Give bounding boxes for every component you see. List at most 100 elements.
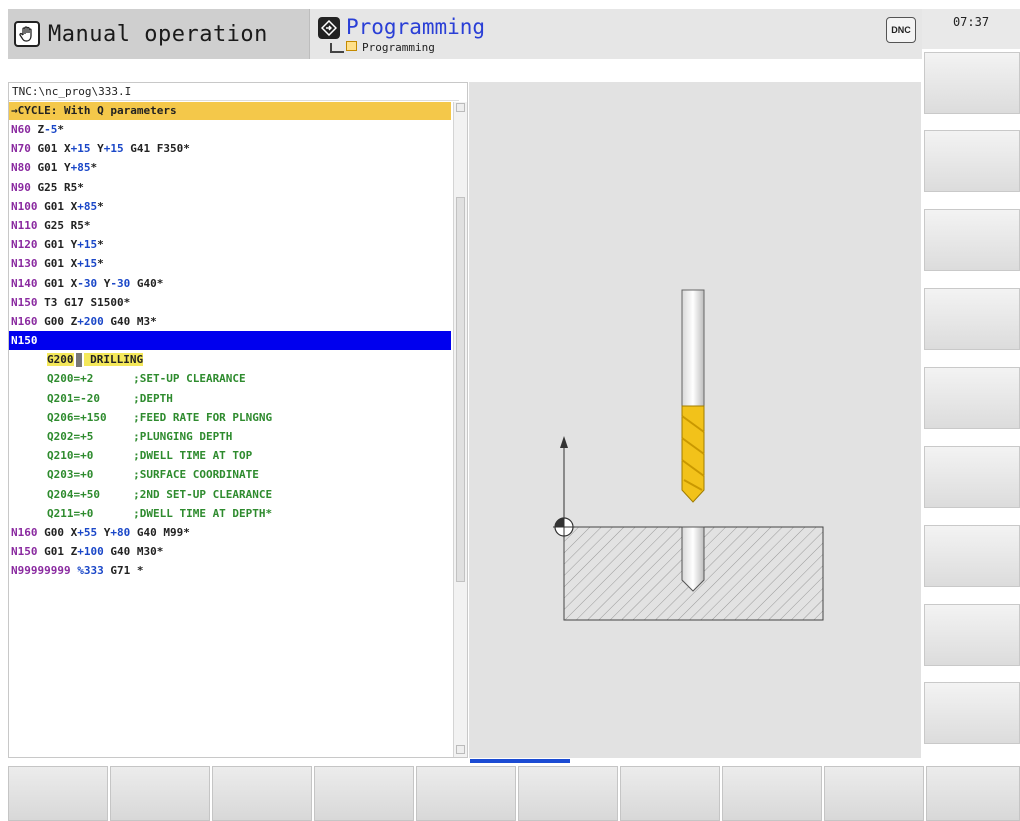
tree-branch-icon — [330, 43, 344, 53]
code-text: G41 F350* — [123, 142, 190, 156]
program-line[interactable]: N120 G01 Y+15* — [9, 235, 451, 254]
code-text: G25 R5* — [37, 218, 91, 232]
code-text: Y — [90, 142, 104, 156]
code-value: -5 — [44, 123, 58, 136]
program-line[interactable]: N70 G01 X+15 Y+15 G41 F350* — [9, 139, 451, 158]
line-number: N100 — [11, 199, 38, 213]
dnc-icon[interactable]: DNC — [886, 17, 916, 43]
code-text: G01 Y — [30, 161, 71, 175]
line-number: N60 — [11, 123, 31, 136]
vertical-softkey-4[interactable] — [924, 288, 1020, 350]
clock: 07:37 — [922, 9, 1020, 49]
mode-tab-manual-operation[interactable]: Manual operation — [8, 9, 310, 59]
code-value: -30 — [110, 276, 131, 290]
vertical-softkey-3[interactable] — [924, 209, 1020, 271]
program-line[interactable]: N100 G01 X+85* — [9, 197, 451, 216]
softkey-10[interactable] — [926, 766, 1020, 821]
code-text: G01 X — [30, 142, 71, 156]
cycle-parameter-line[interactable]: Q202=+5 ;PLUNGING DEPTH — [9, 427, 451, 446]
code-text: G71 * — [103, 564, 144, 578]
code-text: Y — [97, 276, 111, 290]
cycle-parameter-line[interactable]: Q206=+150 ;FEED RATE FOR PLNGNG — [9, 408, 451, 427]
code-text: G00 Z — [37, 314, 78, 328]
softkey-7[interactable] — [620, 766, 720, 821]
cycle-parameter-line[interactable]: Q201=-20 ;DEPTH — [9, 389, 451, 408]
line-number: N110 — [11, 218, 38, 232]
code-text: * — [97, 257, 104, 271]
hand-icon — [14, 21, 40, 47]
program-editor[interactable]: TNC:\nc_prog\333.I →CYCLE: With Q parame… — [8, 82, 468, 758]
scroll-down-arrow-icon[interactable] — [456, 745, 465, 754]
program-scrollbar[interactable] — [453, 102, 467, 757]
code-value: +55 — [77, 525, 98, 539]
softkey-8[interactable] — [722, 766, 822, 821]
cycle-parameter-line[interactable]: Q203=+0 ;SURFACE COORDINATE — [9, 465, 451, 484]
softkey-1[interactable] — [8, 766, 108, 821]
vertical-softkey-7[interactable] — [924, 525, 1020, 587]
code-text: G01 X — [37, 276, 78, 290]
softkey-6[interactable] — [518, 766, 618, 821]
vertical-softkey-8[interactable] — [924, 604, 1020, 666]
line-number: N90 — [11, 180, 31, 194]
code-text: G01 Y — [37, 238, 78, 252]
line-number: N70 — [11, 142, 31, 156]
program-line[interactable]: N160 G00 Z+200 G40 M3* — [9, 312, 451, 331]
code-value: +15 — [103, 142, 124, 156]
code-value: %333 — [70, 564, 104, 578]
program-line[interactable]: N160 G00 X+55 Y+80 G40 M99* — [9, 523, 451, 542]
code-text: G40 M99* — [130, 525, 190, 539]
program-line[interactable]: N60 Z-5* — [9, 120, 451, 139]
program-line[interactable]: N140 G01 X-30 Y-30 G40* — [9, 274, 451, 293]
program-line[interactable]: N130 G01 X+15* — [9, 254, 451, 273]
cycle-parameter-line[interactable]: Q204=+50 ;2ND SET-UP CLEARANCE — [9, 485, 451, 504]
code-text: T3 G17 S1500* — [37, 295, 131, 309]
cycle-parameter-line[interactable]: Q200=+2 ;SET-UP CLEARANCE — [9, 369, 451, 388]
code-value: +85 — [77, 199, 98, 213]
horizontal-softkey-bar — [8, 764, 1020, 821]
program-line[interactable]: N110 G25 R5* — [9, 216, 451, 235]
program-line[interactable]: N80 G01 Y+85* — [9, 158, 451, 177]
vertical-softkey-2[interactable] — [924, 130, 1020, 192]
line-number: N80 — [11, 161, 31, 175]
scrollbar-thumb[interactable] — [456, 197, 465, 582]
mode-programming-title: Programming — [346, 15, 486, 39]
code-text: Y — [97, 525, 111, 539]
cycle-definition-line[interactable]: G200 DRILLING — [9, 350, 451, 369]
mode-tab-programming[interactable]: Programming Programming — [310, 9, 922, 59]
softkey-2[interactable] — [110, 766, 210, 821]
softkey-3[interactable] — [212, 766, 312, 821]
code-text: G01 Z — [37, 545, 78, 559]
vertical-softkey-bar — [922, 49, 1020, 761]
softkey-4[interactable] — [314, 766, 414, 821]
program-line[interactable]: N90 G25 R5* — [9, 178, 451, 197]
code-value: +85 — [70, 161, 91, 175]
selected-program-line[interactable]: N150 — [9, 331, 451, 351]
vertical-softkey-6[interactable] — [924, 446, 1020, 508]
code-text: * — [57, 123, 64, 136]
code-text: G01 X — [37, 257, 78, 271]
line-number: N99999999 — [11, 564, 71, 578]
cycle-parameter-line[interactable]: Q211=+0 ;DWELL TIME AT DEPTH* — [9, 504, 451, 523]
line-number: N140 — [11, 276, 38, 290]
softkey-9[interactable] — [824, 766, 924, 821]
cycle-parameter-line[interactable]: Q210=+0 ;DWELL TIME AT TOP — [9, 446, 451, 465]
diamond-arrow-icon — [318, 17, 340, 39]
program-line[interactable]: N150 G01 Z+100 G40 M30* — [9, 542, 451, 561]
code-text: * — [97, 199, 104, 213]
scroll-up-arrow-icon[interactable] — [456, 103, 465, 112]
vertical-softkey-5[interactable] — [924, 367, 1020, 429]
softkey-5[interactable] — [416, 766, 516, 821]
program-line[interactable]: N99999999 %333 G71 * — [9, 561, 451, 580]
program-path: TNC:\nc_prog\333.I — [9, 83, 459, 101]
code-value: +80 — [110, 525, 131, 539]
vertical-softkey-1[interactable] — [924, 52, 1020, 114]
code-text: G01 X — [37, 199, 78, 213]
code-value: +15 — [70, 142, 91, 156]
vertical-softkey-9[interactable] — [924, 682, 1020, 744]
drill-flutes — [681, 405, 705, 503]
drilling-graphic — [553, 289, 824, 621]
line-number: N150 — [11, 295, 38, 309]
program-line[interactable]: N150 T3 G17 S1500* — [9, 293, 451, 312]
code-text: Z — [30, 123, 45, 136]
drill-shank — [681, 289, 705, 407]
